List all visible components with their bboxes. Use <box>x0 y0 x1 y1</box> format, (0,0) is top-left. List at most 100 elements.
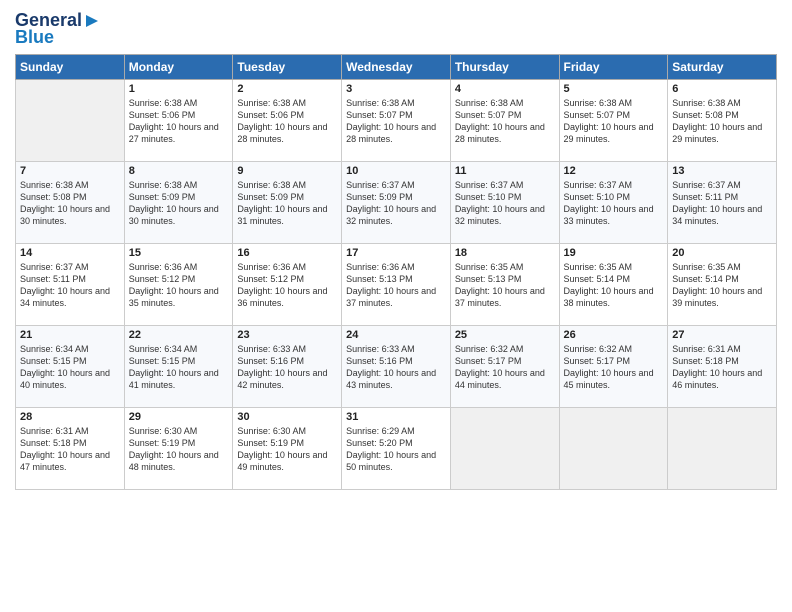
calendar-cell: 28Sunrise: 6:31 AMSunset: 5:18 PMDayligh… <box>16 408 125 490</box>
cell-info: Sunrise: 6:34 AMSunset: 5:15 PMDaylight:… <box>20 343 120 392</box>
week-row-5: 28Sunrise: 6:31 AMSunset: 5:18 PMDayligh… <box>16 408 777 490</box>
cell-info: Sunrise: 6:38 AMSunset: 5:07 PMDaylight:… <box>564 97 664 146</box>
cell-info: Sunrise: 6:29 AMSunset: 5:20 PMDaylight:… <box>346 425 446 474</box>
calendar-table: SundayMondayTuesdayWednesdayThursdayFrid… <box>15 54 777 490</box>
cell-info: Sunrise: 6:37 AMSunset: 5:11 PMDaylight:… <box>20 261 120 310</box>
day-number: 12 <box>564 165 664 177</box>
cell-info: Sunrise: 6:35 AMSunset: 5:14 PMDaylight:… <box>672 261 772 310</box>
day-number: 16 <box>237 247 337 259</box>
calendar-cell: 30 Sunrise: 6:30 AMSunset: 5:19 PMDayligh… <box>233 408 342 490</box>
calendar-cell: 19 Sunrise: 6:35 AMSunset: 5:14 PMDayligh… <box>559 244 668 326</box>
calendar-cell: 21 Sunrise: 6:34 AMSunset: 5:15 PMDayligh… <box>16 326 125 408</box>
calendar-cell <box>450 408 559 490</box>
day-number: 8 <box>129 165 229 177</box>
cell-info: Sunrise: 6:34 AMSunset: 5:15 PMDaylight:… <box>129 343 229 392</box>
calendar-cell: 29Sunrise: 6:30 AMSunset: 5:19 PMDayligh… <box>124 408 233 490</box>
calendar-page: General Blue SundayMondayTuesdayWednesda… <box>0 0 792 612</box>
week-row-1: 1Sunrise: 6:38 AMSunset: 5:06 PMDaylight… <box>16 80 777 162</box>
calendar-cell: 14 Sunrise: 6:37 AMSunset: 5:11 PMDayligh… <box>16 244 125 326</box>
cell-info: Sunrise: 6:33 AMSunset: 5:16 PMDaylight:… <box>346 343 446 392</box>
cell-info: Sunrise: 6:37 AMSunset: 5:10 PMDaylight:… <box>564 179 664 228</box>
cell-info: Sunrise: 6:37 AMSunset: 5:11 PMDaylight:… <box>672 179 772 228</box>
day-number: 31 <box>346 411 446 423</box>
calendar-body: 1Sunrise: 6:38 AMSunset: 5:06 PMDaylight… <box>16 80 777 490</box>
logo-icon <box>84 13 100 29</box>
calendar-cell: 23 Sunrise: 6:33 AMSunset: 5:16 PMDayligh… <box>233 326 342 408</box>
day-number: 14 <box>20 247 120 259</box>
day-number: 28 <box>20 411 120 423</box>
day-number: 7 <box>20 165 120 177</box>
calendar-cell: 22 Sunrise: 6:34 AMSunset: 5:15 PMDayligh… <box>124 326 233 408</box>
calendar-cell: 16 Sunrise: 6:36 AMSunset: 5:12 PMDayligh… <box>233 244 342 326</box>
week-row-2: 7 Sunrise: 6:38 AMSunset: 5:08 PMDaylight… <box>16 162 777 244</box>
calendar-header: SundayMondayTuesdayWednesdayThursdayFrid… <box>16 55 777 80</box>
col-header-sunday: Sunday <box>16 55 125 80</box>
calendar-cell: 20 Sunrise: 6:35 AMSunset: 5:14 PMDayligh… <box>668 244 777 326</box>
cell-info: Sunrise: 6:35 AMSunset: 5:14 PMDaylight:… <box>564 261 664 310</box>
calendar-cell: 5 Sunrise: 6:38 AMSunset: 5:07 PMDaylight… <box>559 80 668 162</box>
cell-info: Sunrise: 6:36 AMSunset: 5:12 PMDaylight:… <box>237 261 337 310</box>
cell-info: Sunrise: 6:38 AMSunset: 5:07 PMDaylight:… <box>455 97 555 146</box>
cell-info: Sunrise: 6:36 AMSunset: 5:12 PMDaylight:… <box>129 261 229 310</box>
day-number: 25 <box>455 329 555 341</box>
cell-info: Sunrise: 6:33 AMSunset: 5:16 PMDaylight:… <box>237 343 337 392</box>
day-number: 5 <box>564 83 664 95</box>
day-number: 17 <box>346 247 446 259</box>
day-number: 4 <box>455 83 555 95</box>
calendar-cell: 12 Sunrise: 6:37 AMSunset: 5:10 PMDayligh… <box>559 162 668 244</box>
col-header-wednesday: Wednesday <box>342 55 451 80</box>
cell-info: Sunrise: 6:37 AMSunset: 5:10 PMDaylight:… <box>455 179 555 228</box>
day-number: 27 <box>672 329 772 341</box>
day-number: 20 <box>672 247 772 259</box>
day-number: 26 <box>564 329 664 341</box>
day-number: 2 <box>237 83 337 95</box>
day-number: 6 <box>672 83 772 95</box>
col-header-saturday: Saturday <box>668 55 777 80</box>
logo-blue: Blue <box>15 27 54 48</box>
day-number: 1 <box>129 83 229 95</box>
col-header-thursday: Thursday <box>450 55 559 80</box>
cell-info: Sunrise: 6:30 AMSunset: 5:19 PMDaylight:… <box>237 425 337 474</box>
cell-info: Sunrise: 6:32 AMSunset: 5:17 PMDaylight:… <box>455 343 555 392</box>
calendar-cell <box>559 408 668 490</box>
calendar-cell: 11 Sunrise: 6:37 AMSunset: 5:10 PMDayligh… <box>450 162 559 244</box>
calendar-cell: 26 Sunrise: 6:32 AMSunset: 5:17 PMDayligh… <box>559 326 668 408</box>
day-number: 23 <box>237 329 337 341</box>
day-number: 29 <box>129 411 229 423</box>
day-number: 9 <box>237 165 337 177</box>
cell-info: Sunrise: 6:37 AMSunset: 5:09 PMDaylight:… <box>346 179 446 228</box>
day-number: 24 <box>346 329 446 341</box>
cell-info: Sunrise: 6:36 AMSunset: 5:13 PMDaylight:… <box>346 261 446 310</box>
day-number: 10 <box>346 165 446 177</box>
day-number: 21 <box>20 329 120 341</box>
cell-info: Sunrise: 6:38 AMSunset: 5:09 PMDaylight:… <box>237 179 337 228</box>
logo-area: General Blue <box>15 10 100 48</box>
cell-info: Sunrise: 6:38 AMSunset: 5:07 PMDaylight:… <box>346 97 446 146</box>
day-number: 11 <box>455 165 555 177</box>
calendar-cell: 25 Sunrise: 6:32 AMSunset: 5:17 PMDayligh… <box>450 326 559 408</box>
calendar-cell: 3 Sunrise: 6:38 AMSunset: 5:07 PMDaylight… <box>342 80 451 162</box>
calendar-cell: 9 Sunrise: 6:38 AMSunset: 5:09 PMDaylight… <box>233 162 342 244</box>
calendar-cell: 18Sunrise: 6:35 AMSunset: 5:13 PMDayligh… <box>450 244 559 326</box>
calendar-cell: 2Sunrise: 6:38 AMSunset: 5:06 PMDaylight… <box>233 80 342 162</box>
day-number: 22 <box>129 329 229 341</box>
day-number: 19 <box>564 247 664 259</box>
calendar-cell: 4 Sunrise: 6:38 AMSunset: 5:07 PMDaylight… <box>450 80 559 162</box>
cell-info: Sunrise: 6:38 AMSunset: 5:08 PMDaylight:… <box>672 97 772 146</box>
cell-info: Sunrise: 6:32 AMSunset: 5:17 PMDaylight:… <box>564 343 664 392</box>
calendar-cell: 15Sunrise: 6:36 AMSunset: 5:12 PMDayligh… <box>124 244 233 326</box>
calendar-cell: 8Sunrise: 6:38 AMSunset: 5:09 PMDaylight… <box>124 162 233 244</box>
col-header-friday: Friday <box>559 55 668 80</box>
cell-info: Sunrise: 6:38 AMSunset: 5:08 PMDaylight:… <box>20 179 120 228</box>
calendar-cell: 24 Sunrise: 6:33 AMSunset: 5:16 PMDayligh… <box>342 326 451 408</box>
calendar-cell: 31 Sunrise: 6:29 AMSunset: 5:20 PMDayligh… <box>342 408 451 490</box>
header: General Blue <box>15 10 777 48</box>
day-number: 13 <box>672 165 772 177</box>
calendar-cell <box>668 408 777 490</box>
day-number: 30 <box>237 411 337 423</box>
day-number: 18 <box>455 247 555 259</box>
calendar-cell: 7 Sunrise: 6:38 AMSunset: 5:08 PMDaylight… <box>16 162 125 244</box>
week-row-3: 14 Sunrise: 6:37 AMSunset: 5:11 PMDayligh… <box>16 244 777 326</box>
day-number: 3 <box>346 83 446 95</box>
cell-info: Sunrise: 6:31 AMSunset: 5:18 PMDaylight:… <box>672 343 772 392</box>
